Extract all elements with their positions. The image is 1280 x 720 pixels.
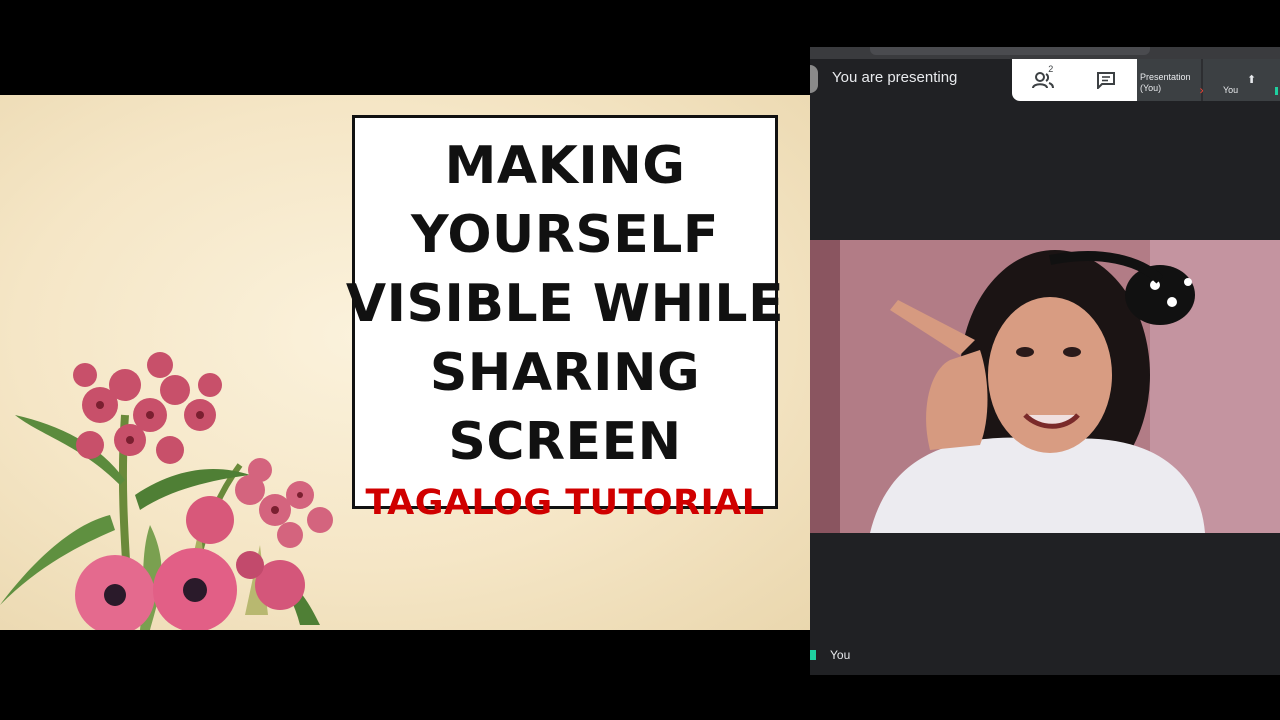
slide-title-line-4: SHARING bbox=[429, 343, 701, 403]
participant-tiles: Presentation (You) ✕ ⬆ You bbox=[1137, 59, 1280, 101]
slide-subtitle: TAGALOG TUTORIAL bbox=[365, 483, 765, 523]
presentation-tile[interactable]: Presentation (You) bbox=[1137, 59, 1201, 101]
camera-image bbox=[810, 240, 1280, 533]
slide-title-box: MAKING YOURSELF VISIBLE WHILE SHARING SC… bbox=[346, 115, 784, 523]
participants-button[interactable]: 2 bbox=[1023, 64, 1063, 96]
self-tile[interactable]: ⬆ You bbox=[1203, 59, 1280, 101]
shared-slide: MAKING YOURSELF VISIBLE WHILE SHARING SC… bbox=[0, 95, 810, 630]
slide-title-line-3: VISIBLE WHILE bbox=[345, 274, 785, 334]
avatar bbox=[810, 65, 818, 93]
participant-count: 2 bbox=[1048, 64, 1054, 74]
chat-button[interactable] bbox=[1086, 64, 1126, 96]
self-video-feed bbox=[810, 240, 1280, 533]
slide-title-line-2: YOURSELF bbox=[411, 205, 719, 265]
slide-title-line-1: MAKING bbox=[444, 136, 686, 196]
self-view-label: You bbox=[830, 648, 851, 662]
orchid-illustration bbox=[0, 352, 333, 630]
presenting-status: You are presenting bbox=[832, 69, 958, 86]
self-tile-label: You bbox=[1223, 85, 1239, 95]
browser-top-strip bbox=[810, 47, 1280, 59]
audio-indicator-icon bbox=[810, 650, 816, 660]
meeting-actions: 2 bbox=[1012, 59, 1137, 101]
slide-title-line-5: SCREEN bbox=[448, 412, 682, 472]
audio-indicator-icon bbox=[1275, 87, 1278, 95]
pin-icon[interactable]: ⬆ bbox=[1247, 73, 1256, 86]
chat-icon bbox=[1096, 72, 1115, 89]
meet-panel: You are presenting 2 Presentation (You) … bbox=[810, 47, 1280, 675]
address-bar[interactable] bbox=[870, 47, 1150, 55]
presentation-tile-label: Presentation (You) bbox=[1140, 72, 1191, 93]
